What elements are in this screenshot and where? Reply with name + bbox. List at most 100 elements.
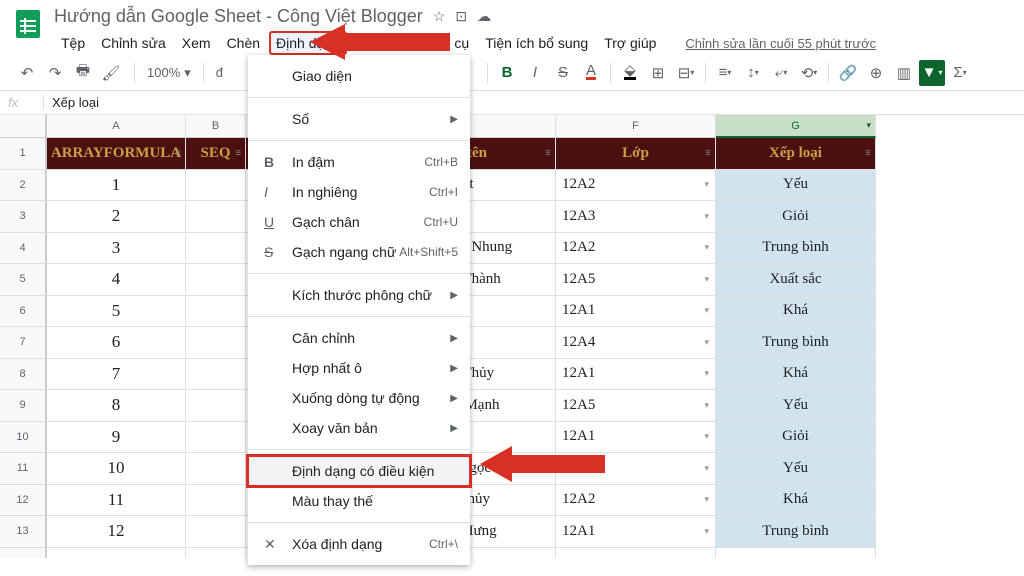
cell[interactable]: 12A3 bbox=[556, 201, 716, 233]
cell[interactable]: Giỏi bbox=[716, 422, 876, 454]
cell[interactable] bbox=[186, 170, 246, 202]
cell[interactable] bbox=[186, 327, 246, 359]
cell[interactable]: 7 bbox=[46, 359, 186, 391]
cell[interactable]: Giỏi bbox=[716, 201, 876, 233]
cell[interactable]: Khá bbox=[716, 359, 876, 391]
select-all-corner[interactable] bbox=[0, 115, 46, 138]
menu-chèn[interactable]: Chèn bbox=[220, 31, 267, 55]
strike-button[interactable]: S bbox=[550, 60, 576, 86]
row-header-9[interactable]: 9 bbox=[0, 390, 46, 422]
cell[interactable]: Trung bình bbox=[716, 233, 876, 265]
row-header-5[interactable]: 5 bbox=[0, 264, 46, 296]
cell[interactable]: 1 bbox=[46, 170, 186, 202]
row-header-8[interactable]: 8 bbox=[0, 359, 46, 391]
table-header[interactable]: Xếp loại≡ bbox=[716, 138, 876, 170]
sheets-logo[interactable] bbox=[10, 6, 46, 42]
row-header-7[interactable]: 7 bbox=[0, 327, 46, 359]
menu-item-xoay-văn-bản[interactable]: Xoay văn bản▶ bbox=[248, 413, 470, 443]
cell[interactable]: Yếu bbox=[716, 390, 876, 422]
col-header-A[interactable]: A bbox=[46, 115, 186, 138]
functions-button[interactable]: Σ ▾ bbox=[947, 60, 973, 86]
table-header[interactable]: SEQ≡ bbox=[186, 138, 246, 170]
cell[interactable] bbox=[186, 453, 246, 485]
formula-bar[interactable]: Xếp loại bbox=[44, 95, 978, 110]
menu-item-gạch-chân[interactable]: UGạch chânCtrl+U bbox=[248, 207, 470, 237]
row-header-10[interactable]: 10 bbox=[0, 422, 46, 454]
cell[interactable]: 12A1 bbox=[556, 359, 716, 391]
cell[interactable]: 8 bbox=[46, 390, 186, 422]
cell[interactable]: 12 bbox=[46, 516, 186, 548]
row-header-13[interactable]: 13 bbox=[0, 516, 46, 548]
cell[interactable]: Trung bình bbox=[716, 327, 876, 359]
move-icon[interactable]: ⊡ bbox=[455, 8, 467, 25]
cell[interactable]: 3 bbox=[46, 233, 186, 265]
cell[interactable]: 12A2 bbox=[556, 233, 716, 265]
row-header-4[interactable]: 4 bbox=[0, 233, 46, 265]
text-color-button[interactable]: A bbox=[578, 60, 604, 86]
cell[interactable]: Trung bình bbox=[716, 516, 876, 548]
menu-item-xuống-dòng-tự-động[interactable]: Xuống dòng tự động▶ bbox=[248, 383, 470, 413]
menu-item-in-đậm[interactable]: BIn đậmCtrl+B bbox=[248, 147, 470, 177]
cell[interactable]: 9 bbox=[46, 422, 186, 454]
menu-trợ-giúp[interactable]: Trợ giúp bbox=[597, 31, 663, 55]
cell[interactable] bbox=[186, 201, 246, 233]
menu-item-xóa-định-dạng[interactable]: ✕Xóa định dạngCtrl+\ bbox=[248, 529, 470, 559]
cell[interactable]: Xuất sắc bbox=[716, 264, 876, 296]
col-header-F[interactable]: F bbox=[556, 115, 716, 138]
last-edit-link[interactable]: Chỉnh sửa lần cuối 55 phút trước bbox=[685, 36, 876, 51]
chart-button[interactable]: ▥ bbox=[891, 60, 917, 86]
undo-button[interactable]: ↶ bbox=[14, 60, 40, 86]
italic-button[interactable]: I bbox=[522, 60, 548, 86]
cell[interactable] bbox=[186, 233, 246, 265]
cell[interactable]: 6 bbox=[46, 327, 186, 359]
cell[interactable]: 12A2 bbox=[556, 485, 716, 517]
cell[interactable]: Khá bbox=[716, 296, 876, 328]
zoom-select[interactable]: 100% ▾ bbox=[141, 65, 197, 81]
font-indicator[interactable]: đ bbox=[210, 65, 229, 80]
menu-xem[interactable]: Xem bbox=[175, 31, 218, 55]
cell[interactable] bbox=[186, 390, 246, 422]
col-header-B[interactable]: B bbox=[186, 115, 246, 138]
row-header-3[interactable]: 3 bbox=[0, 201, 46, 233]
menu-item-in-nghiêng[interactable]: IIn nghiêngCtrl+I bbox=[248, 177, 470, 207]
cell[interactable] bbox=[186, 359, 246, 391]
cell[interactable]: 12A1 bbox=[556, 516, 716, 548]
cell[interactable]: 2 bbox=[46, 201, 186, 233]
borders-button[interactable]: ⊞ bbox=[645, 60, 671, 86]
cell[interactable]: 12A5 bbox=[556, 390, 716, 422]
table-header[interactable]: ARRAYFORMULA≡ bbox=[46, 138, 186, 170]
menu-item-hợp-nhất-ô[interactable]: Hợp nhất ô▶ bbox=[248, 353, 470, 383]
cell[interactable] bbox=[186, 485, 246, 517]
comment-button[interactable]: ⊕ bbox=[863, 60, 889, 86]
link-button[interactable]: 🔗 bbox=[835, 60, 861, 86]
menu-item-giao-diện[interactable]: Giao diện bbox=[248, 61, 470, 91]
redo-button[interactable]: ↷ bbox=[42, 60, 68, 86]
cell[interactable] bbox=[186, 296, 246, 328]
table-header[interactable]: Lớp≡ bbox=[556, 138, 716, 170]
cell[interactable]: 12A1 bbox=[556, 296, 716, 328]
cell[interactable]: 12A4 bbox=[556, 327, 716, 359]
row-header-6[interactable]: 6 bbox=[0, 296, 46, 328]
cell[interactable]: Yếu bbox=[716, 453, 876, 485]
cell[interactable] bbox=[186, 516, 246, 548]
cell[interactable]: 5 bbox=[46, 296, 186, 328]
paint-format-button[interactable]: 🖌 bbox=[98, 60, 124, 86]
menu-item-định-dạng-có-điều-kiện[interactable]: Định dạng có điều kiện bbox=[248, 456, 470, 486]
menu-item-số[interactable]: Số▶ bbox=[248, 104, 470, 134]
col-header-G[interactable]: G▾ bbox=[716, 115, 876, 138]
bold-button[interactable]: B bbox=[494, 60, 520, 86]
menu-chỉnh-sửa[interactable]: Chỉnh sửa bbox=[94, 31, 173, 55]
halign-button[interactable]: ≡ ▾ bbox=[712, 60, 738, 86]
cell[interactable]: 12A5 bbox=[556, 264, 716, 296]
cell[interactable]: Khá bbox=[716, 485, 876, 517]
cell[interactable]: 10 bbox=[46, 453, 186, 485]
fill-color-button[interactable]: ⬙ bbox=[617, 60, 643, 86]
wrap-button[interactable]: ⤶ ▾ bbox=[768, 60, 794, 86]
menu-item-màu-thay-thế[interactable]: Màu thay thế bbox=[248, 486, 470, 516]
rotate-button[interactable]: ⟲ ▾ bbox=[796, 60, 822, 86]
cell[interactable] bbox=[186, 264, 246, 296]
cloud-icon[interactable]: ☁ bbox=[477, 8, 491, 25]
menu-item-gạch-ngang-chữ[interactable]: SGạch ngang chữAlt+Shift+5 bbox=[248, 237, 470, 267]
row-header-2[interactable]: 2 bbox=[0, 170, 46, 202]
row-header-11[interactable]: 11 bbox=[0, 453, 46, 485]
